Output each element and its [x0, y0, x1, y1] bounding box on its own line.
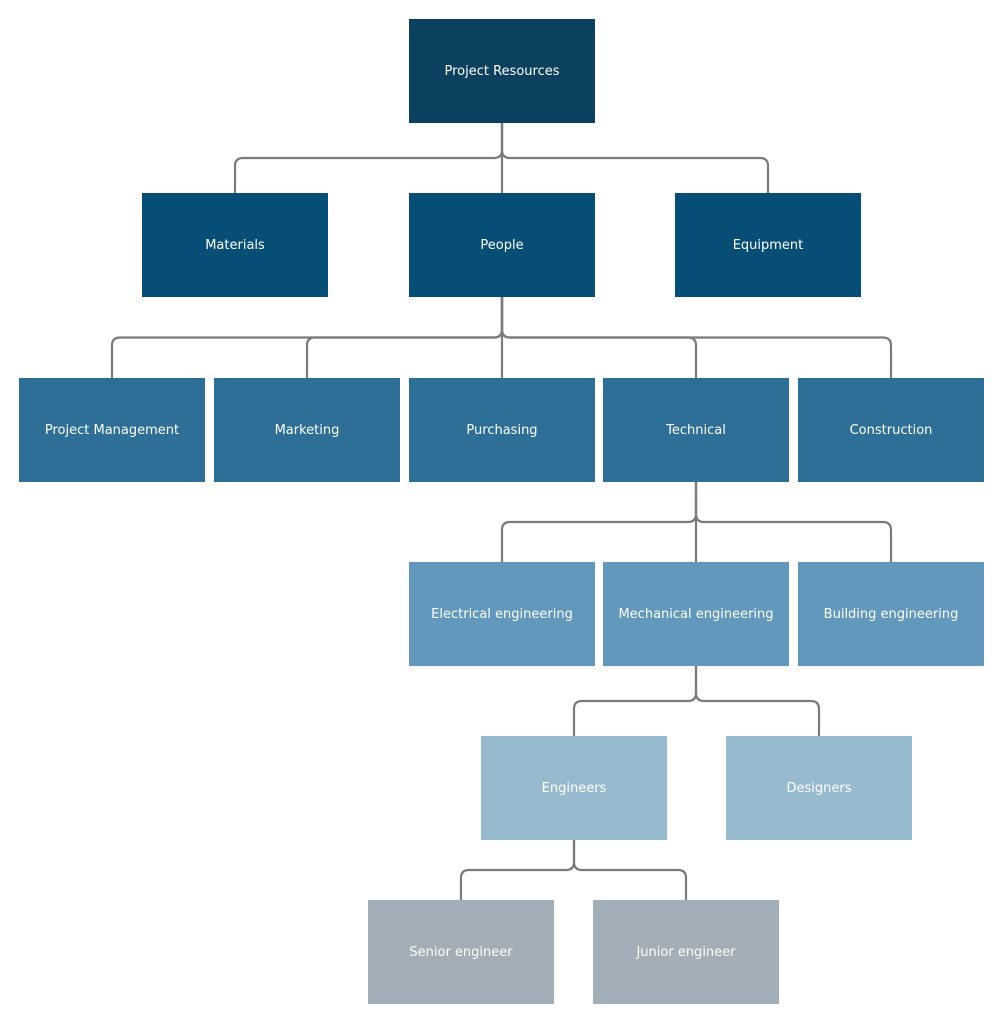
node-label: Junior engineer — [636, 944, 736, 960]
node-label: Purchasing — [466, 422, 538, 438]
node-technical[interactable]: Technical — [603, 378, 789, 482]
node-marketing[interactable]: Marketing — [214, 378, 400, 482]
node-label: Mechanical engineering — [618, 606, 774, 622]
node-label: Materials — [205, 237, 265, 253]
node-label: Senior engineer — [409, 944, 513, 960]
node-label: Electrical engineering — [431, 606, 573, 622]
node-purchasing[interactable]: Purchasing — [409, 378, 595, 482]
connector-root-to-materials — [233, 123, 504, 193]
node-junior-engineer[interactable]: Junior engineer — [593, 900, 779, 1004]
node-label: Building engineering — [823, 606, 959, 622]
node-label: Project Management — [44, 422, 180, 438]
node-designers[interactable]: Designers — [726, 736, 912, 840]
node-label: Technical — [666, 422, 726, 438]
node-materials[interactable]: Materials — [142, 193, 328, 297]
node-project-resources[interactable]: Project Resources — [409, 19, 595, 123]
node-people[interactable]: People — [409, 193, 595, 297]
node-project-management[interactable]: Project Management — [19, 378, 205, 482]
node-mechanical-engineering[interactable]: Mechanical engineering — [603, 562, 789, 666]
node-electrical-engineering[interactable]: Electrical engineering — [409, 562, 595, 666]
node-building-engineering[interactable]: Building engineering — [798, 562, 984, 666]
node-label: Designers — [786, 780, 852, 796]
connector-mechanical-engineering-to-engineers — [572, 666, 698, 736]
connector-engineers-to-junior-engineer — [572, 840, 688, 900]
node-label: Engineers — [541, 780, 607, 796]
node-label: Project Resources — [444, 63, 560, 79]
node-equipment[interactable]: Equipment — [675, 193, 861, 297]
node-label: Marketing — [274, 422, 340, 438]
connector-root-to-equipment — [500, 123, 770, 193]
node-senior-engineer[interactable]: Senior engineer — [368, 900, 554, 1004]
connector-mechanical-engineering-to-designers — [694, 666, 821, 736]
connector-technical-to-electrical-engineering — [500, 482, 698, 562]
node-construction[interactable]: Construction — [798, 378, 984, 482]
node-label: Construction — [849, 422, 933, 438]
node-label: Equipment — [732, 237, 804, 253]
connector-engineers-to-senior-engineer — [459, 840, 576, 900]
node-engineers[interactable]: Engineers — [481, 736, 667, 840]
connector-layer — [110, 123, 893, 900]
node-label: People — [480, 237, 524, 253]
connector-technical-to-building-engineering — [694, 482, 893, 562]
connector-people-to-marketing — [305, 297, 504, 378]
